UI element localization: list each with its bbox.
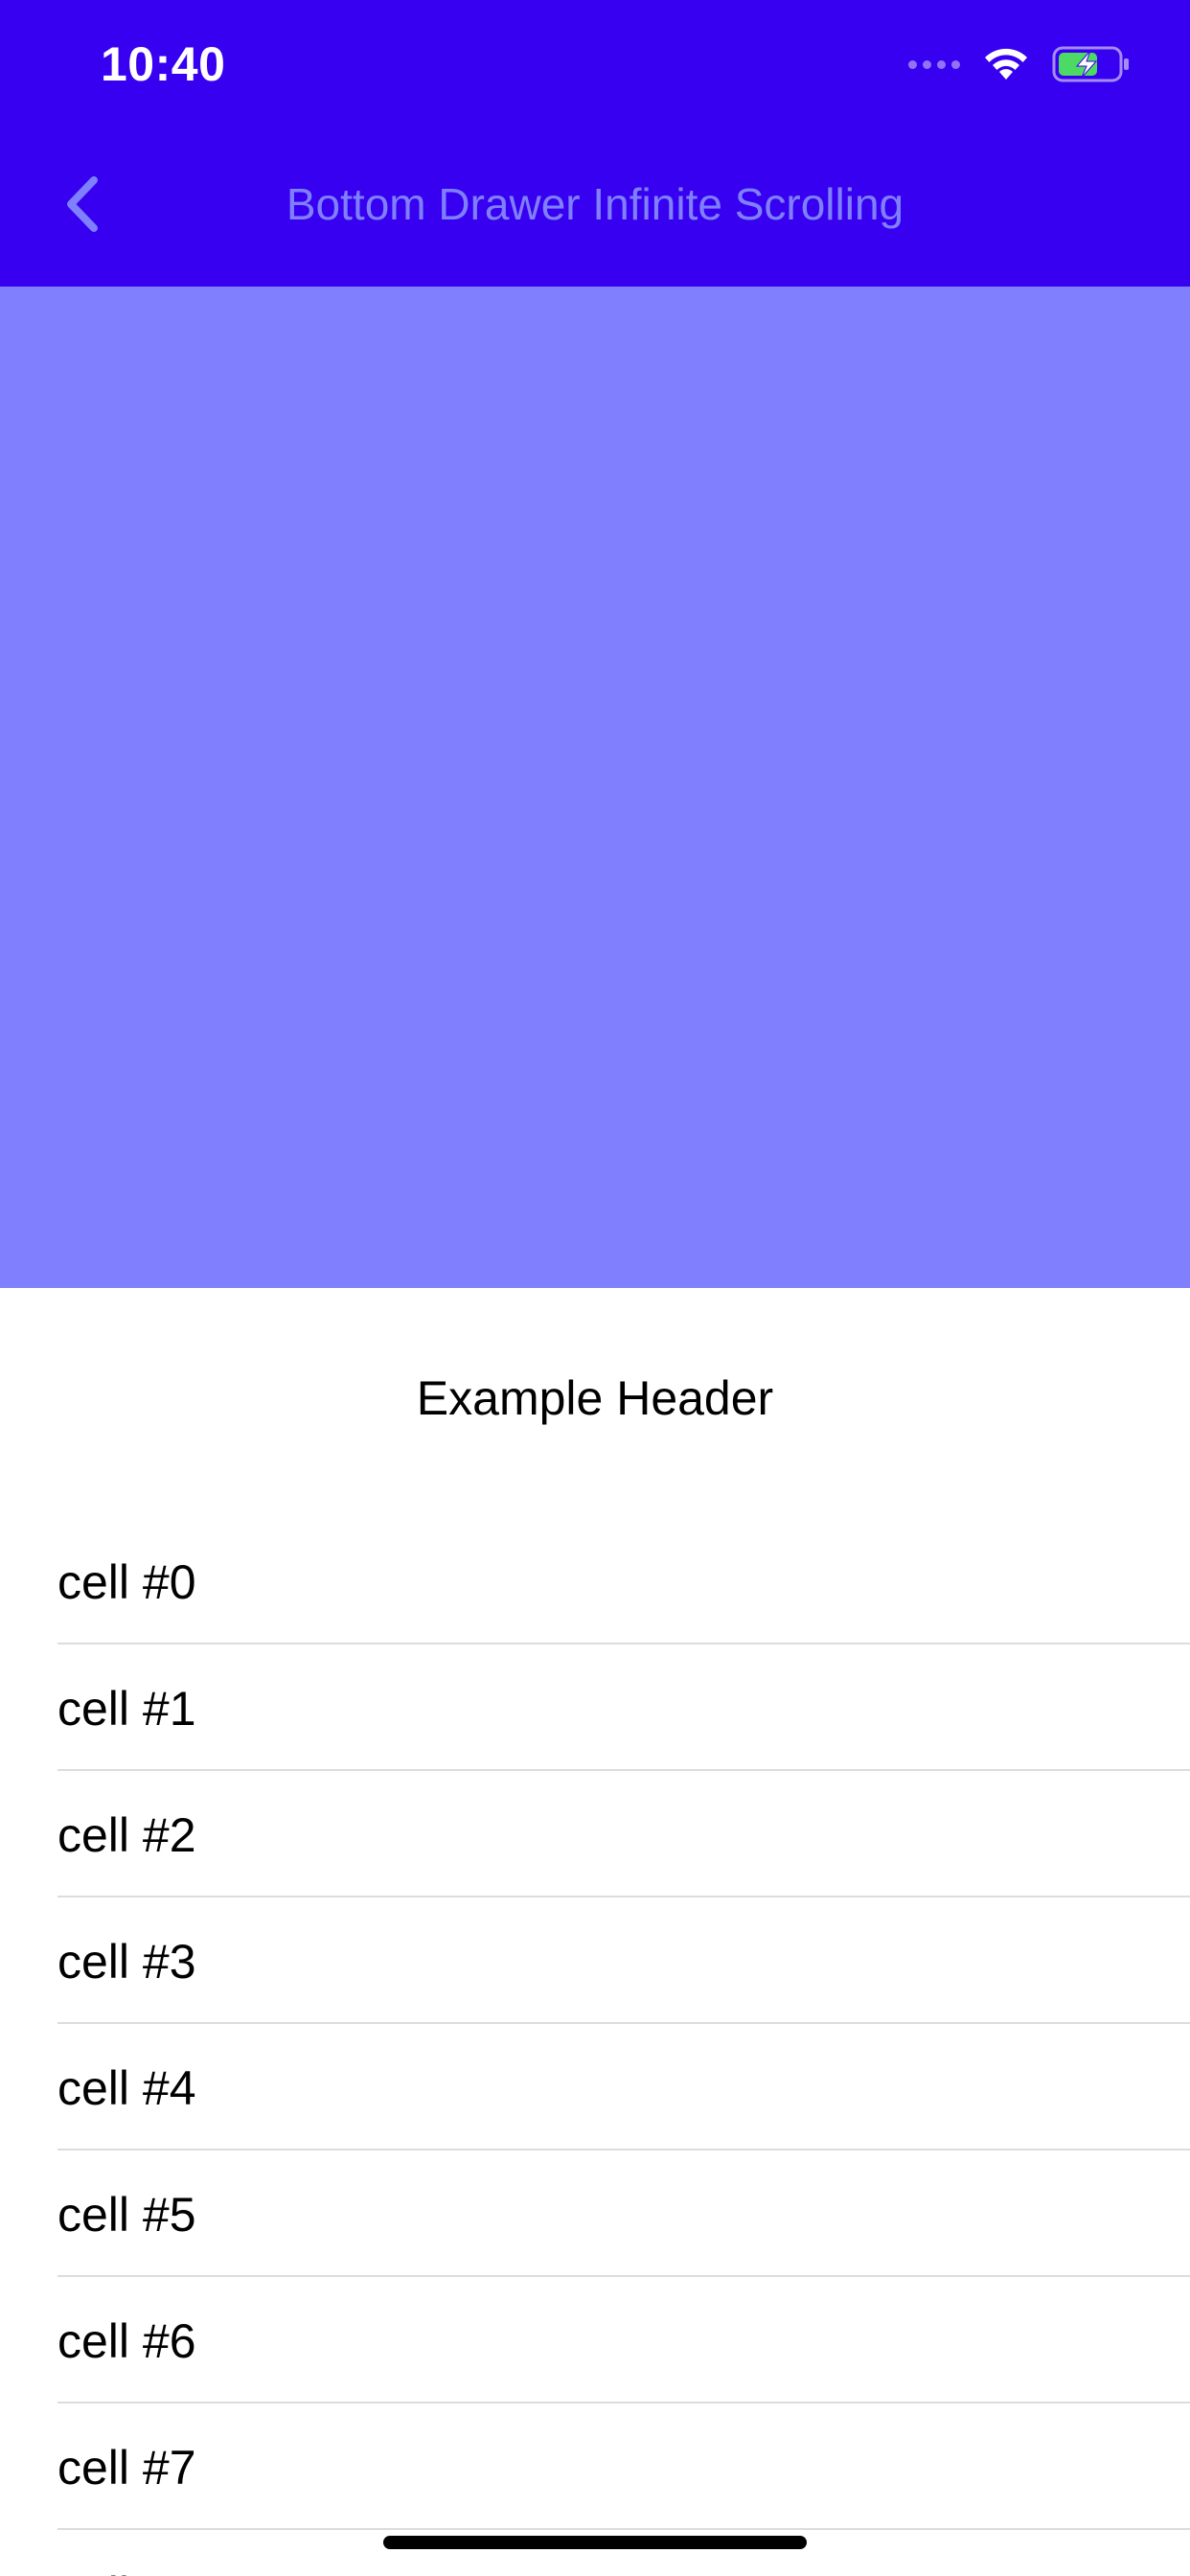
cell-list[interactable]: cell #0 cell #1 cell #2 cell #3 cell #4 … [0, 1518, 1190, 2576]
home-indicator[interactable] [383, 2536, 807, 2549]
cell-label: cell #1 [57, 1682, 196, 1736]
list-item[interactable]: cell #3 [0, 1898, 1190, 2024]
nav-title: Bottom Drawer Infinite Scrolling [286, 179, 904, 229]
list-item[interactable]: cell #0 [0, 1518, 1190, 1644]
battery-charging-icon [1052, 46, 1129, 82]
status-icons [908, 40, 1131, 88]
list-item[interactable]: cell #7 [0, 2404, 1190, 2530]
cell-label: cell #5 [57, 2188, 196, 2242]
cellular-signal-icon [908, 59, 960, 69]
cell-label: cell #2 [57, 1808, 196, 1862]
content-area [0, 287, 1190, 1288]
status-time: 10:40 [101, 37, 226, 91]
app-bar: 10:40 Bottom Drawer Infinite Scrolling [0, 0, 1190, 287]
cell-label: cell #8 [57, 2566, 196, 2576]
wifi-icon [985, 48, 1027, 80]
screen: 10:40 Bottom Drawer Infinite Scrolling E… [0, 0, 1190, 2576]
list-item[interactable]: cell #5 [0, 2150, 1190, 2277]
list-item[interactable]: cell #6 [0, 2277, 1190, 2404]
bottom-drawer[interactable]: Example Header cell #0 cell #1 cell #2 c… [0, 1288, 1190, 2576]
cell-label: cell #4 [57, 2061, 196, 2115]
list-item[interactable]: cell #4 [0, 2024, 1190, 2150]
list-item[interactable]: cell #2 [0, 1771, 1190, 1898]
cell-label: cell #6 [57, 2314, 196, 2368]
cell-label: cell #7 [57, 2441, 196, 2495]
list-item[interactable]: cell #1 [0, 1644, 1190, 1771]
cell-label: cell #0 [57, 1555, 196, 1609]
cell-label: cell #3 [57, 1935, 196, 1989]
drawer-header: Example Header [416, 1371, 774, 1425]
